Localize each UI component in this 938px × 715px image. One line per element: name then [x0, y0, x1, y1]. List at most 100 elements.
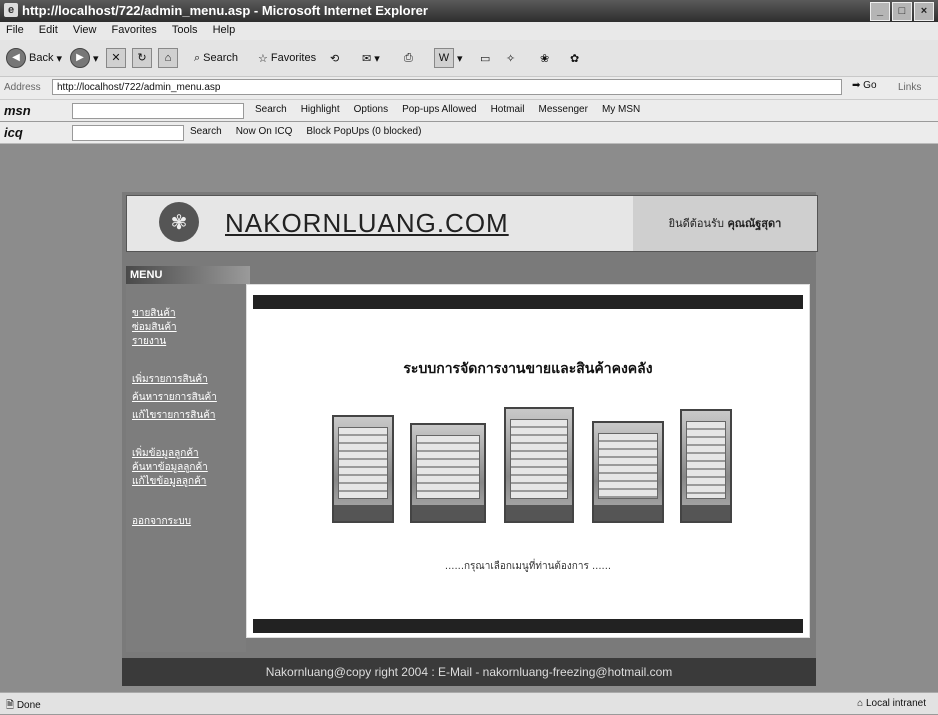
msn-messenger-button[interactable]: Messenger	[538, 104, 587, 115]
site-brand[interactable]: NAKORNLUANG.COM	[225, 208, 509, 239]
sidebar-item-add-product[interactable]: เพิ่มรายการสินค้า	[132, 372, 208, 387]
print-button[interactable]: ⎙	[404, 48, 413, 68]
sidebar-item-search-customer[interactable]: ค้นหาข้อมูลลูกค้า	[132, 460, 208, 475]
msn-search-input[interactable]	[72, 103, 244, 119]
address-bar: Address http://localhost/722/admin_menu.…	[0, 77, 938, 100]
top-divider-bar	[253, 295, 803, 309]
msn-mymsn-button[interactable]: My MSN	[602, 104, 640, 115]
msn-popups-button[interactable]: Pop-ups Allowed	[402, 104, 477, 115]
stop-button[interactable]: ✕	[106, 48, 126, 68]
print-icon: ⎙	[404, 51, 413, 64]
main-panel: ระบบการจัดการงานขายและสินค้าคงคลัง .....…	[246, 284, 810, 638]
icq-block-popups-button[interactable]: Block PopUps (0 blocked)	[306, 126, 421, 137]
research-icon: ✧	[506, 52, 516, 65]
menu-file[interactable]: File	[0, 22, 30, 38]
mail-button[interactable]: ✉ ▾	[362, 48, 380, 68]
window-title: http://localhost/722/admin_menu.asp - Mi…	[22, 3, 428, 18]
page-heading: ระบบการจัดการงานขายและสินค้าคงคลัง	[403, 361, 653, 377]
page-icon: 🗎	[6, 700, 15, 711]
minimize-icon[interactable]: _	[870, 2, 890, 21]
window-controls: _ □ ×	[870, 2, 934, 21]
display-case-image	[332, 415, 394, 523]
bottom-divider-bar	[253, 619, 803, 633]
browser-toolbar: ◀ Back ▾ ▶ ▾ ✕ ↻ ⌂ ⌕ Search ☆ Favorites …	[0, 40, 938, 77]
menu-favorites[interactable]: Favorites	[106, 22, 163, 38]
edit-button[interactable]: W ▾	[434, 48, 463, 68]
forward-button[interactable]: ▶ ▾	[70, 48, 99, 68]
welcome-label: ยินดีต้อนรับ	[668, 217, 724, 230]
back-button[interactable]: ◀ Back ▾	[6, 48, 62, 68]
messenger-icon: ❀	[540, 52, 550, 65]
stop-icon: ✕	[106, 48, 126, 68]
site-footer: Nakornluang@copy right 2004 : E-Mail - n…	[122, 658, 816, 686]
msn-toolbar: msn Search Highlight Options Pop-ups All…	[0, 100, 938, 121]
messenger-button[interactable]: ❀	[540, 48, 549, 68]
home-button[interactable]: ⌂	[158, 48, 178, 68]
user-name: คุณณัฐสุดา	[727, 217, 782, 230]
sidebar-item-sell[interactable]: ขายสินค้า	[132, 306, 176, 321]
site-crest-icon: ✾	[159, 202, 199, 242]
status-bar: 🗎 Done ⌂ Local intranet	[0, 692, 938, 714]
icq-now-button[interactable]: Now On ICQ	[236, 126, 293, 137]
close-icon[interactable]: ×	[914, 2, 934, 21]
sidebar-item-logout[interactable]: ออกจากระบบ	[132, 514, 191, 529]
refresh-icon: ↻	[132, 48, 152, 68]
discuss-button[interactable]: ▭	[480, 48, 490, 68]
status-text: 🗎 Done	[6, 700, 41, 711]
display-case-image	[410, 423, 486, 523]
menu-edit[interactable]: Edit	[33, 22, 64, 38]
address-label: Address	[4, 82, 41, 93]
discuss-icon: ▭	[480, 52, 491, 65]
display-case-image	[504, 407, 574, 523]
ie-logo-icon: e	[4, 3, 18, 17]
history-icon: ⟲	[330, 52, 340, 65]
icq-search-input[interactable]	[72, 125, 184, 141]
home-icon: ⌂	[158, 48, 178, 68]
links-label[interactable]: Links	[898, 82, 921, 93]
refresh-button[interactable]: ↻	[132, 48, 152, 68]
menu-tools[interactable]: Tools	[166, 22, 204, 38]
sidebar-item-search-product[interactable]: ค้นหารายการสินค้า	[132, 390, 217, 405]
favorites-button[interactable]: ☆ Favorites	[258, 48, 316, 68]
intranet-icon: ⌂	[857, 698, 864, 709]
icq-toolbar: icq Search Now On ICQ Block PopUps (0 bl…	[0, 122, 938, 144]
chevron-down-icon: ▾	[374, 52, 380, 65]
icq-logo[interactable]: icq	[4, 125, 23, 140]
go-arrow-icon: ➡	[852, 80, 861, 91]
icq-search-button[interactable]: Search	[190, 126, 222, 137]
site-banner: ✾ NAKORNLUANG.COM ยินดีต้อนรับ คุณณัฐสุด…	[126, 195, 818, 252]
back-arrow-icon: ◀	[6, 48, 26, 68]
star-icon: ☆	[258, 52, 268, 65]
sidebar-item-edit-customer[interactable]: แก้ไขข้อมูลลูกค้า	[132, 474, 206, 489]
window-titlebar: e http://localhost/722/admin_menu.asp - …	[0, 0, 938, 22]
display-case-image	[592, 421, 664, 523]
extra-tool-button[interactable]: ✿	[570, 48, 579, 68]
msn-search-button[interactable]: Search	[255, 104, 287, 115]
go-button[interactable]: ➡ Go	[852, 80, 877, 91]
msn-hotmail-button[interactable]: Hotmail	[491, 104, 525, 115]
address-input[interactable]: http://localhost/722/admin_menu.asp	[52, 79, 842, 95]
welcome-panel: ยินดีต้อนรับ คุณณัฐสุดา	[633, 196, 817, 251]
menu-bar: File Edit View Favorites Tools Help	[0, 22, 938, 40]
security-zone: ⌂ Local intranet	[857, 698, 926, 709]
msn-options-button[interactable]: Options	[354, 104, 388, 115]
sidebar-menu: MENU ขายสินค้า ซ่อมสินค้า รายงาน เพิ่มรา…	[126, 266, 250, 652]
search-button[interactable]: ⌕ Search	[194, 48, 238, 68]
research-button[interactable]: ✧	[506, 48, 515, 68]
menu-prompt: ......กรุณาเลือกเมนูที่ท่านต้องการ .....…	[444, 561, 612, 572]
forward-arrow-icon: ▶	[70, 48, 90, 68]
chevron-down-icon: ▾	[93, 52, 99, 65]
menu-help[interactable]: Help	[207, 22, 242, 38]
maximize-icon[interactable]: □	[892, 2, 912, 21]
history-button[interactable]: ⟲	[330, 48, 339, 68]
sidebar-item-repair[interactable]: ซ่อมสินค้า	[132, 320, 177, 335]
butterfly-icon: ✿	[570, 52, 580, 65]
menu-view[interactable]: View	[67, 22, 103, 38]
display-case-image	[680, 409, 732, 523]
sidebar-item-edit-product[interactable]: แก้ไขรายการสินค้า	[132, 408, 216, 423]
msn-highlight-button[interactable]: Highlight	[301, 104, 340, 115]
msn-logo[interactable]: msn	[4, 103, 31, 118]
sidebar-item-add-customer[interactable]: เพิ่มข้อมูลลูกค้า	[132, 446, 199, 461]
mail-icon: ✉	[362, 52, 372, 65]
sidebar-item-report[interactable]: รายงาน	[132, 334, 166, 349]
